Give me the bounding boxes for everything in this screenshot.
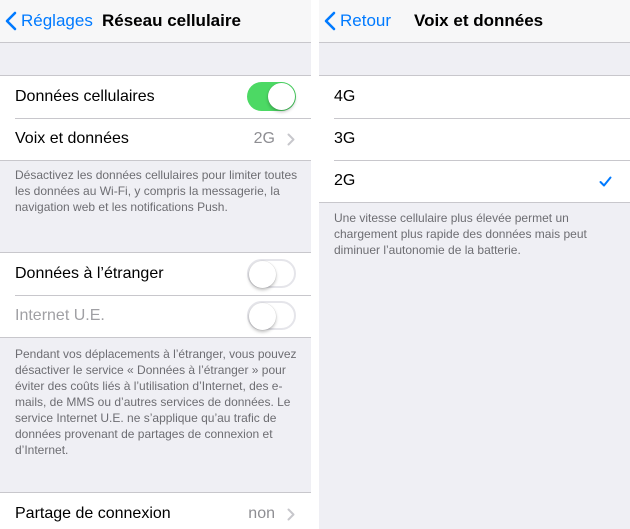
option-label: 3G (334, 130, 356, 147)
roaming-group: Données à l’étranger Internet U.E. (0, 252, 311, 338)
voice-data-row[interactable]: Voix et données 2G (0, 118, 311, 160)
chevron-left-icon (324, 11, 336, 31)
switch-knob (249, 303, 276, 330)
back-label: Réglages (21, 11, 93, 30)
network-options-group: 4G 3G 2G (319, 75, 630, 203)
option-label: 4G (334, 88, 356, 105)
page-title: Voix et données (414, 11, 544, 30)
cellular-data-row: Données cellulaires (0, 76, 311, 118)
hotspot-group: Partage de connexion non (0, 492, 311, 529)
chevron-right-icon (287, 508, 295, 521)
nav-bar: Réglages Réseau cellulaire (0, 0, 311, 43)
cellular-data-switch[interactable] (247, 82, 296, 111)
cellular-note: Désactivez les données cellulaires pour … (15, 168, 298, 214)
screenshot: Réglages Réseau cellulaire Données cellu… (0, 0, 630, 529)
switch-knob (249, 261, 276, 288)
voice-data-value: 2G (253, 130, 275, 147)
switch-knob (268, 83, 295, 110)
option-label: 2G (334, 172, 356, 189)
eu-internet-switch[interactable] (247, 301, 296, 330)
back-button[interactable]: Retour (324, 0, 391, 42)
cellular-data-label: Données cellulaires (15, 88, 155, 105)
cellular-settings-panel: Réglages Réseau cellulaire Données cellu… (0, 0, 311, 529)
roaming-label: Données à l’étranger (15, 265, 164, 282)
option-4g-row[interactable]: 4G (319, 76, 630, 118)
back-label: Retour (340, 11, 392, 30)
nav-bar: Retour Voix et données (319, 0, 630, 43)
roaming-row: Données à l’étranger (0, 253, 311, 295)
chevron-left-icon (5, 11, 17, 31)
page-title: Réseau cellulaire (102, 11, 241, 30)
speed-note: Une vitesse cellulaire plus élevée perme… (334, 211, 587, 257)
back-button[interactable]: Réglages (5, 0, 93, 42)
voice-data-label: Voix et données (15, 130, 129, 147)
cellular-group: Données cellulaires Voix et données 2G (0, 75, 311, 161)
voice-data-panel: Retour Voix et données 4G 3G 2G Une vite… (319, 0, 630, 529)
hotspot-value: non (248, 505, 275, 522)
checkmark-icon (599, 176, 612, 187)
option-3g-row[interactable]: 3G (319, 118, 630, 160)
roaming-note: Pendant vos déplacements à l’étranger, v… (15, 347, 297, 457)
hotspot-row[interactable]: Partage de connexion non (0, 493, 311, 529)
chevron-right-icon (287, 133, 295, 146)
option-2g-row[interactable]: 2G (319, 160, 630, 202)
eu-internet-label: Internet U.E. (15, 307, 105, 324)
roaming-switch[interactable] (247, 259, 296, 288)
hotspot-label: Partage de connexion (15, 505, 171, 522)
eu-internet-row: Internet U.E. (0, 295, 311, 337)
